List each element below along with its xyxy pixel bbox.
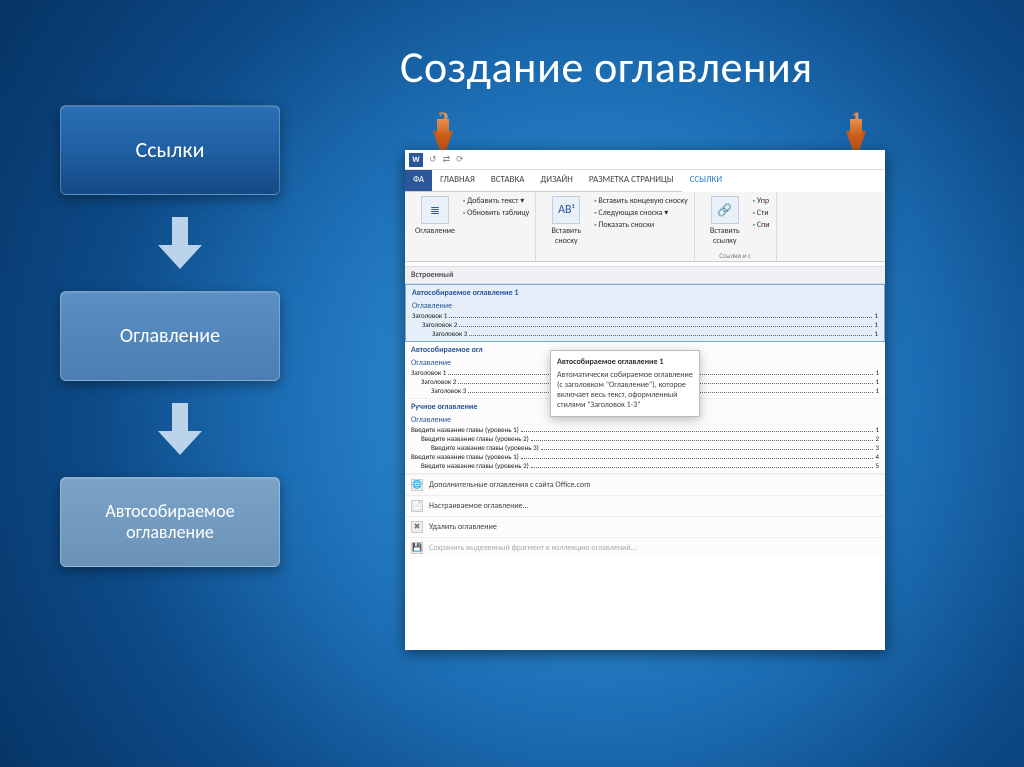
- insert-citation-button[interactable]: 🔗 Вставить ссылку: [701, 196, 749, 259]
- tooltip-body: Автоматически собираемое оглавление (с з…: [557, 370, 693, 410]
- ribbon-tabs: ФА ГЛАВНАЯ ВСТАВКА ДИЗАЙН РАЗМЕТКА СТРАН…: [405, 170, 885, 192]
- show-footnotes-button[interactable]: Показать сноски: [594, 220, 687, 230]
- callout-2: 2: [427, 108, 459, 154]
- gallery-remove-toc[interactable]: ✖Удалить оглавление: [405, 516, 885, 537]
- globe-icon: 🌐: [411, 479, 423, 491]
- tab-file[interactable]: ФА: [405, 170, 432, 192]
- tooltip: Автособираемое оглавление 1 Автоматическ…: [550, 350, 700, 417]
- ribbon: ≣ Оглавление Добавить текст ▾ Обновить т…: [405, 192, 885, 262]
- tab-references[interactable]: ССЫЛКИ: [682, 170, 731, 192]
- word-titlebar: W ↺ ⇄ ⟳: [405, 150, 885, 170]
- toc-button[interactable]: ≣ Оглавление: [411, 196, 459, 259]
- gallery-save-selection: 💾Сохранить выделенный фрагмент в коллекц…: [405, 537, 885, 558]
- ribbon-group-citations: 🔗 Вставить ссылку Упр Сти Спи Ссылки и с: [695, 192, 777, 261]
- ribbon-group-toc: ≣ Оглавление Добавить текст ▾ Обновить т…: [405, 192, 536, 261]
- link-icon: 🔗: [711, 196, 739, 224]
- gallery-item-sublabel: Оглавление: [412, 301, 878, 311]
- bibliography-button[interactable]: Спи: [753, 220, 770, 230]
- gallery-item-title: Автособираемое оглавление 1: [412, 288, 878, 298]
- gallery-item-auto1[interactable]: Автособираемое оглавление 1 Оглавление З…: [405, 284, 885, 342]
- arrow-down-icon: [158, 403, 202, 455]
- group-label-citations: Ссылки и с: [695, 251, 776, 260]
- gallery-more-office[interactable]: 🌐Дополнительные оглавления с сайта Offic…: [405, 474, 885, 495]
- insert-footnote-label: Вставить сноску: [542, 226, 590, 246]
- callout-1: 1: [840, 108, 872, 154]
- gallery-custom-toc[interactable]: 📄Настраиваемое оглавление...: [405, 495, 885, 516]
- tab-layout[interactable]: РАЗМЕТКА СТРАНИЦЫ: [581, 170, 682, 192]
- gallery-header-builtin: Встроенный: [405, 266, 885, 284]
- insert-footnote-button[interactable]: AB¹ Вставить сноску: [542, 196, 590, 259]
- word-screenshot: W ↺ ⇄ ⟳ ФА ГЛАВНАЯ ВСТАВКА ДИЗАЙН РАЗМЕТ…: [405, 150, 885, 650]
- delete-icon: ✖: [411, 521, 423, 533]
- tooltip-title: Автособираемое оглавление 1: [557, 357, 693, 367]
- tab-design[interactable]: ДИЗАЙН: [533, 170, 581, 192]
- document-icon: 📄: [411, 500, 423, 512]
- tab-insert[interactable]: ВСТАВКА: [483, 170, 533, 192]
- word-icon: W: [409, 153, 423, 167]
- tab-home[interactable]: ГЛАВНАЯ: [432, 170, 483, 192]
- insert-endnote-button[interactable]: Вставить концевую сноску: [594, 196, 687, 206]
- flow-node-toc: Оглавление: [60, 291, 280, 381]
- manage-sources-button[interactable]: Упр: [753, 196, 770, 206]
- arrow-down-icon: [158, 217, 202, 269]
- smartart-flow: Ссылки Оглавление Автособираемое оглавле…: [60, 105, 300, 567]
- quick-access-toolbar[interactable]: ↺ ⇄ ⟳: [429, 154, 466, 165]
- flow-node-auto-toc: Автособираемое оглавление: [60, 477, 280, 567]
- insert-link-label: Вставить ссылку: [701, 226, 749, 246]
- flow-node-links: Ссылки: [60, 105, 280, 195]
- toc-icon: ≣: [421, 196, 449, 224]
- toc-button-label: Оглавление: [415, 226, 455, 236]
- save-icon: 💾: [411, 542, 423, 554]
- footnote-icon: AB¹: [552, 196, 580, 224]
- style-button[interactable]: Сти: [753, 208, 770, 218]
- next-footnote-button[interactable]: Следующая сноска ▾: [594, 208, 687, 218]
- ribbon-group-footnotes: AB¹ Вставить сноску Вставить концевую сн…: [536, 192, 694, 261]
- update-table-button[interactable]: Обновить таблицу: [463, 208, 529, 218]
- add-text-button[interactable]: Добавить текст ▾: [463, 196, 529, 206]
- slide-title: Создание оглавления: [400, 40, 813, 94]
